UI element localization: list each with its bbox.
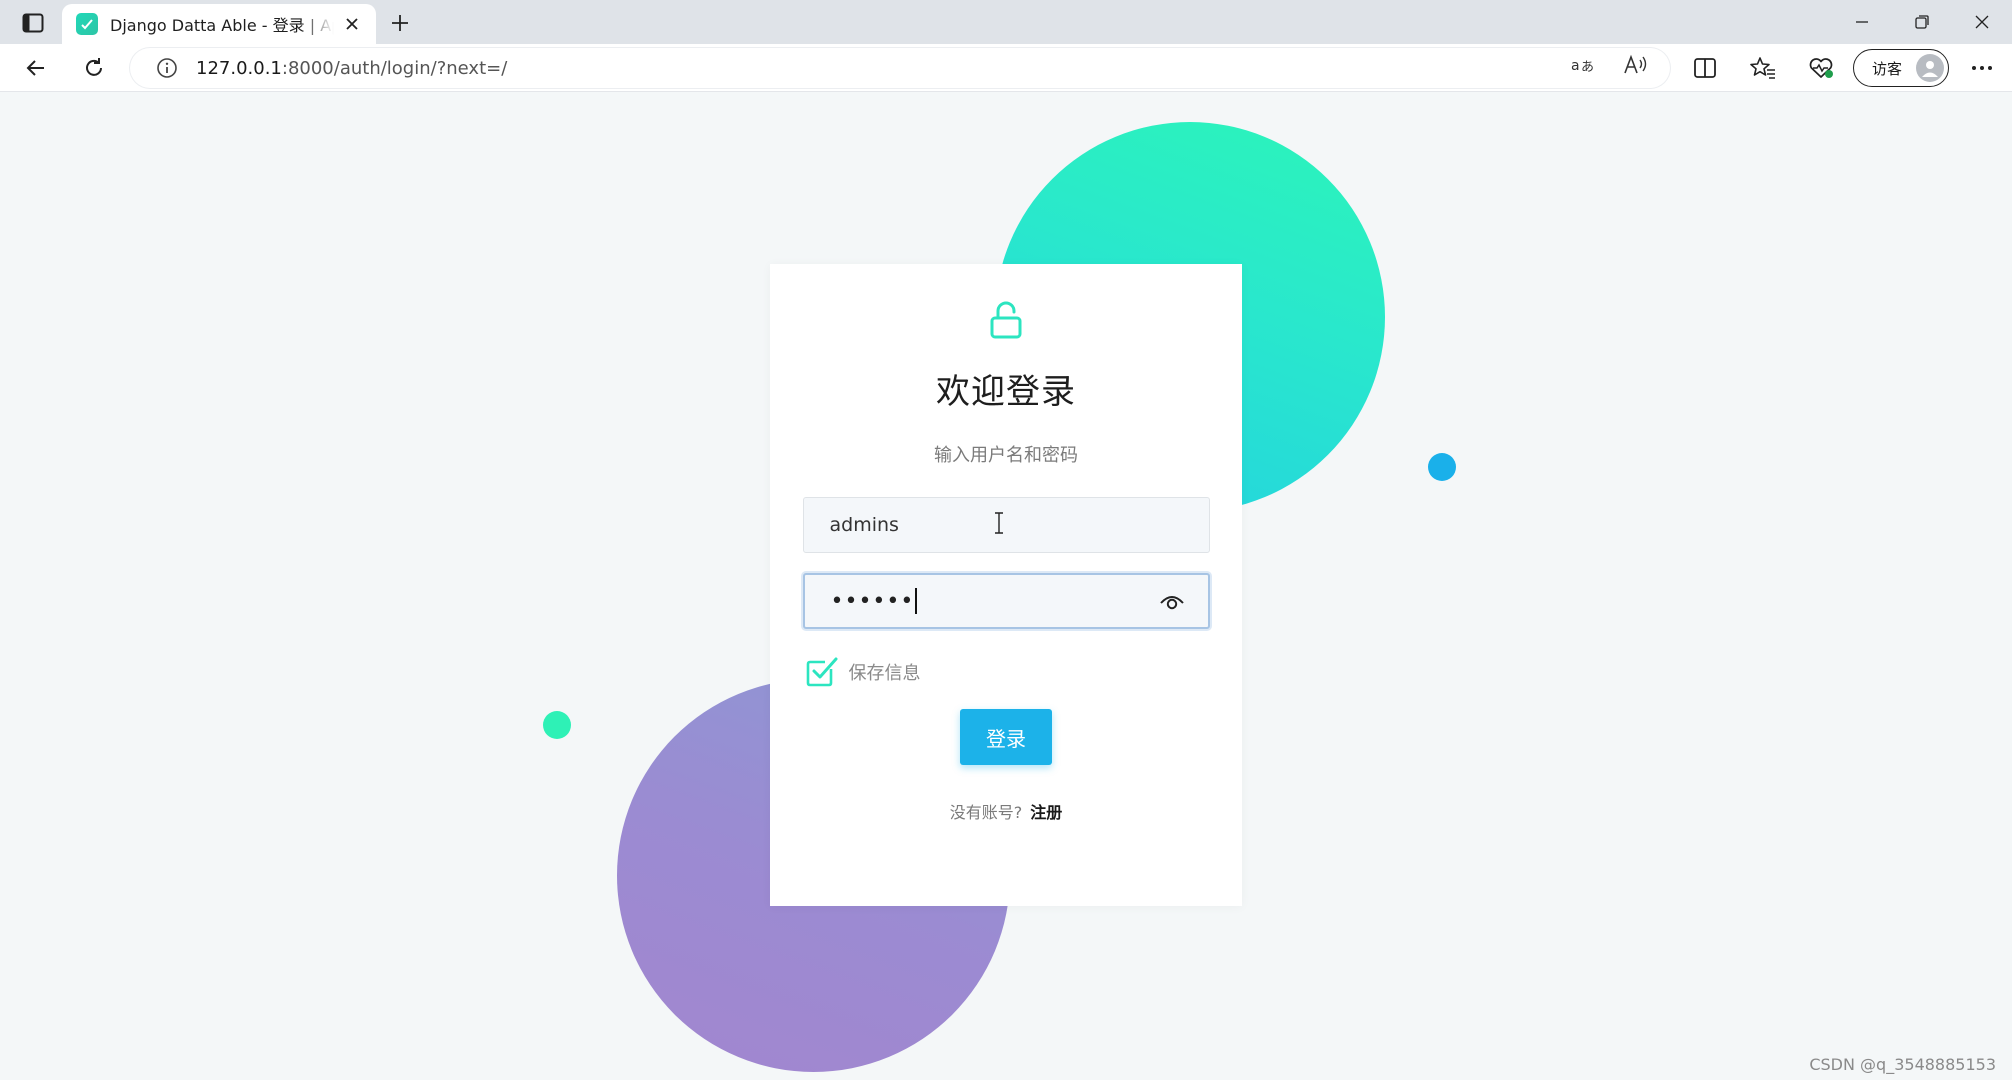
browser-tab-bar: Django Datta Able - 登录 | AppSeed — [0, 0, 2012, 44]
address-bar[interactable]: 127.0.0.1:8000/auth/login/?next=/ — [130, 48, 1670, 88]
window-minimize-button[interactable] — [1834, 6, 1890, 38]
profile-button[interactable]: 访客 — [1853, 49, 1949, 87]
page-viewport: 欢迎登录 输入用户名和密码 admins •••••• 保存信息 登录 没有账号… — [0, 92, 2012, 1080]
avatar — [1916, 54, 1944, 82]
minimize-icon — [1856, 21, 1868, 23]
url-host: 127.0.0.1 — [196, 57, 282, 79]
close-icon — [346, 18, 358, 30]
text-caret — [915, 588, 918, 614]
site-favicon-icon — [76, 13, 98, 35]
translate-icon: a あ — [1571, 58, 1594, 75]
signup-prompt: 没有账号? 注册 — [950, 799, 1063, 823]
more-menu-button[interactable] — [1962, 50, 2002, 86]
url-path: :8000/auth/login/?next=/ — [281, 57, 508, 79]
browser-essentials-button[interactable] — [1801, 50, 1841, 86]
favorites-button[interactable] — [1743, 50, 1783, 86]
toggle-password-visibility-button[interactable] — [1158, 589, 1186, 615]
tab-close-button[interactable] — [340, 12, 364, 36]
text-cursor-icon — [994, 512, 1003, 534]
star-list-icon — [1750, 57, 1775, 79]
svg-text:a: a — [1571, 58, 1580, 74]
sidebar-panel-icon — [22, 13, 44, 33]
login-submit-button[interactable]: 登录 — [960, 709, 1052, 765]
read-aloud-button[interactable] — [1616, 50, 1656, 80]
split-screen-button[interactable] — [1685, 50, 1725, 86]
close-icon — [1975, 15, 1989, 29]
arrow-left-icon — [26, 60, 44, 76]
browser-toolbar: 127.0.0.1:8000/auth/login/?next=/ a あ 访客 — [0, 44, 2012, 92]
username-input[interactable]: admins — [802, 497, 1210, 553]
read-aloud-icon — [1624, 54, 1647, 74]
heart-pulse-icon — [1809, 58, 1833, 78]
split-screen-icon — [1694, 58, 1716, 78]
tab-title: Django Datta Able - 登录 | AppSeed — [110, 16, 334, 35]
decorative-green-dot — [543, 711, 571, 739]
window-close-button[interactable] — [1954, 6, 2010, 38]
checkbox-checked-icon[interactable] — [805, 655, 839, 689]
remember-me-row[interactable]: 保存信息 — [803, 655, 1210, 689]
no-account-text: 没有账号? — [949, 803, 1023, 822]
tab-actions-button[interactable] — [14, 8, 52, 38]
decorative-blue-dot — [1428, 453, 1456, 481]
window-restore-button[interactable] — [1894, 6, 1950, 38]
restore-icon — [1915, 15, 1929, 29]
unlock-icon — [990, 301, 1022, 339]
password-input[interactable]: •••••• — [802, 573, 1210, 629]
back-button[interactable] — [16, 50, 56, 86]
username-value: admins — [829, 514, 899, 536]
login-subtitle: 输入用户名和密码 — [934, 445, 1078, 466]
user-icon — [1922, 61, 1938, 77]
profile-label: 访客 — [1872, 59, 1903, 78]
plus-icon — [392, 15, 408, 31]
page-title: 欢迎登录 — [936, 372, 1076, 412]
login-card: 欢迎登录 输入用户名和密码 admins •••••• 保存信息 登录 没有账号… — [770, 264, 1242, 906]
refresh-icon — [86, 58, 102, 76]
site-info-icon[interactable] — [154, 55, 180, 81]
reload-button[interactable] — [74, 50, 114, 86]
eye-icon — [1159, 596, 1184, 610]
svg-text:あ: あ — [1581, 60, 1594, 75]
remember-me-label: 保存信息 — [848, 663, 921, 684]
csdn-watermark: CSDN @q_3548885153 — [1809, 1055, 1996, 1074]
new-tab-button[interactable] — [384, 8, 416, 38]
signup-link[interactable]: 注册 — [1030, 803, 1062, 822]
password-masked-value: •••••• — [830, 588, 915, 614]
ellipsis-icon — [1972, 66, 1992, 70]
url-text: 127.0.0.1:8000/auth/login/?next=/ — [196, 58, 507, 79]
browser-tab-active[interactable]: Django Datta Able - 登录 | AppSeed — [62, 4, 376, 44]
translate-button[interactable]: a あ — [1564, 50, 1604, 80]
